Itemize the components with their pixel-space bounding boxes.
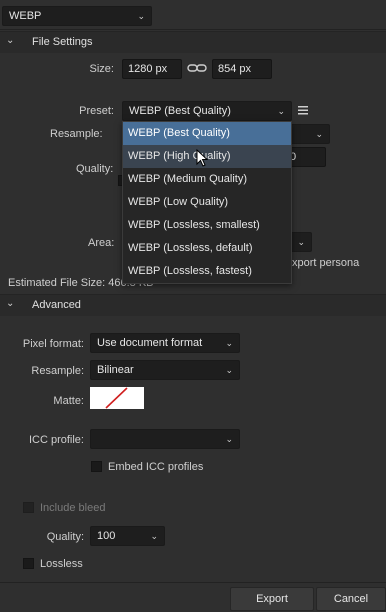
- estimated-size-label: Estimated File Size:: [8, 277, 106, 289]
- embed-icc-checkbox[interactable]: [91, 461, 102, 472]
- export-persona-fragment: xport persona: [292, 257, 360, 269]
- width-field[interactable]: 1280 px: [122, 59, 182, 79]
- pixel-format-value: Use document format: [97, 337, 203, 349]
- lossless-checkbox[interactable]: [23, 558, 34, 569]
- link-icon[interactable]: [187, 63, 207, 74]
- lossless-label: Lossless: [40, 558, 83, 570]
- include-bleed-checkbox[interactable]: [23, 502, 34, 513]
- preset-label: Preset:: [79, 105, 114, 117]
- chevron-down-icon: ⌄: [225, 434, 233, 444]
- preset-option-best-quality[interactable]: WEBP (Best Quality): [123, 122, 291, 145]
- preset-option-lossless-smallest[interactable]: WEBP (Lossless, smallest): [123, 214, 291, 237]
- chevron-down-icon: ⌄: [297, 237, 305, 247]
- advanced-quality-value: 100: [97, 530, 116, 542]
- height-field[interactable]: 854 px: [212, 59, 272, 79]
- divider: [0, 582, 386, 583]
- advanced-title: Advanced: [32, 299, 81, 311]
- include-bleed-label: Include bleed: [40, 502, 106, 514]
- preset-dropdown-menu: WEBP (Best Quality) WEBP (High Quality) …: [122, 121, 292, 284]
- hamburger-menu-icon[interactable]: [298, 106, 308, 115]
- resample-label: Resample:: [50, 128, 103, 140]
- preset-option-lossless-fastest[interactable]: WEBP (Lossless, fastest): [123, 260, 291, 283]
- matte-swatch[interactable]: [90, 387, 144, 409]
- format-select-value: WEBP: [9, 10, 42, 22]
- file-settings-title: File Settings: [32, 36, 93, 48]
- size-label: Size:: [89, 63, 114, 75]
- chevron-down-icon: ⌄: [6, 35, 15, 46]
- chevron-down-icon: ⌄: [225, 338, 233, 348]
- advanced-quality-select[interactable]: 100 ⌄: [90, 526, 165, 546]
- chevron-down-icon: ⌄: [6, 298, 15, 309]
- chevron-down-icon: ⌄: [137, 11, 145, 21]
- embed-icc-label: Embed ICC profiles: [108, 461, 204, 473]
- advanced-resample-label: Resample:: [31, 365, 84, 377]
- matte-label: Matte:: [53, 395, 84, 407]
- advanced-header[interactable]: ⌄ Advanced: [0, 294, 386, 316]
- mouse-cursor-icon: [196, 149, 208, 167]
- icc-profile-select[interactable]: ⌄: [90, 429, 240, 449]
- file-settings-header[interactable]: ⌄ File Settings: [0, 31, 386, 53]
- export-button[interactable]: Export: [230, 587, 314, 611]
- advanced-resample-select[interactable]: Bilinear ⌄: [90, 360, 240, 380]
- pixel-format-select[interactable]: Use document format ⌄: [90, 333, 240, 353]
- chevron-down-icon: ⌄: [315, 129, 323, 139]
- pixel-format-label: Pixel format:: [22, 338, 84, 350]
- divider: [0, 29, 386, 30]
- icc-profile-label: ICC profile:: [28, 434, 84, 446]
- preset-option-lossless-default[interactable]: WEBP (Lossless, default): [123, 237, 291, 260]
- preset-select-value: WEBP (Best Quality): [129, 105, 231, 117]
- preset-option-medium-quality[interactable]: WEBP (Medium Quality): [123, 168, 291, 191]
- preset-option-low-quality[interactable]: WEBP (Low Quality): [123, 191, 291, 214]
- chevron-down-icon: ⌄: [277, 106, 285, 116]
- cancel-button[interactable]: Cancel: [316, 587, 386, 611]
- area-label: Area:: [88, 237, 115, 249]
- chevron-down-icon: ⌄: [150, 531, 158, 541]
- advanced-quality-label: Quality:: [46, 531, 84, 543]
- format-select[interactable]: WEBP ⌄: [2, 6, 152, 26]
- quality-label: Quality:: [76, 163, 114, 175]
- advanced-resample-value: Bilinear: [97, 364, 134, 376]
- preset-select[interactable]: WEBP (Best Quality) ⌄: [122, 101, 292, 121]
- chevron-down-icon: ⌄: [225, 365, 233, 375]
